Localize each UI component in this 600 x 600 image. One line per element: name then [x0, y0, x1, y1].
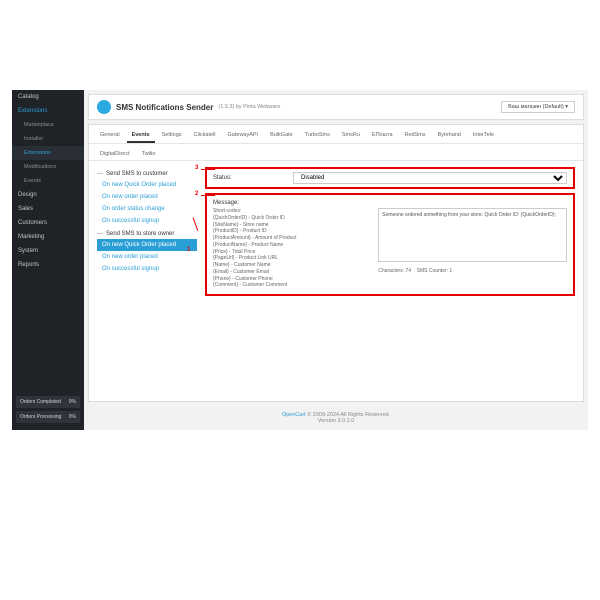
tab-general[interactable]: General: [95, 129, 125, 143]
arrow-line-icon: [201, 195, 215, 196]
events-list: Send SMS to customer On new Quick Order …: [97, 167, 197, 395]
tab-bulkgate[interactable]: BulkGate: [265, 129, 298, 143]
page-version: (1.9.3) by Pinta Webware: [218, 104, 280, 110]
tab-redsms[interactable]: RedSms: [400, 129, 431, 143]
tab-twilio[interactable]: Twilio: [137, 148, 161, 160]
tab-digitaldirect[interactable]: DigitalDirect: [95, 148, 135, 160]
tab-clickatell[interactable]: Clickatell: [189, 129, 221, 143]
store-selector[interactable]: Ваш магазин (Default) ▾: [501, 101, 575, 113]
ev-cust-quickorder[interactable]: On new Quick Order placed: [97, 179, 197, 191]
tab-eposhta[interactable]: EПошта: [367, 129, 398, 143]
stat-orders-completed: Orders Completed0%: [16, 396, 80, 408]
nav-extensions[interactable]: Extensions: [12, 104, 84, 118]
footer: OpenCart © 2009-2024 All Rights Reserved…: [84, 406, 588, 430]
ev-owner-neworder[interactable]: On new order placed: [97, 251, 197, 263]
ev-owner-quickorder[interactable]: On new Quick Order placed: [97, 239, 197, 251]
shortcodes-list: Short-codes:{QuickOrderID} - Quick Order…: [213, 208, 370, 289]
footer-version: Version 3.0.2.0: [318, 418, 355, 424]
nav-marketing[interactable]: Marketing: [12, 230, 84, 244]
tab-bytehand[interactable]: Bytehand: [433, 129, 466, 143]
char-counter: Characters: 74 SMS Counter: 1: [378, 268, 567, 274]
ev-cust-signup[interactable]: On successful signup: [97, 215, 197, 227]
nav-installer[interactable]: Installer: [12, 132, 84, 146]
footer-brand-link[interactable]: OpenCart: [282, 412, 306, 418]
nav-reports[interactable]: Reports: [12, 258, 84, 272]
stat-orders-processing: Orders Processing0%: [16, 411, 80, 423]
nav-sales[interactable]: Sales: [12, 202, 84, 216]
ev-owner-signup[interactable]: On successful signup: [97, 263, 197, 275]
nav-marketplace[interactable]: Marketplace: [12, 118, 84, 132]
message-textarea[interactable]: [378, 208, 567, 262]
status-row: Status: Disabled: [205, 167, 575, 189]
message-label: Message:: [213, 200, 567, 206]
module-icon: [97, 100, 111, 114]
nav-customers[interactable]: Customers: [12, 216, 84, 230]
status-label: Status:: [213, 175, 283, 181]
section-owner: Send SMS to store owner: [97, 231, 197, 237]
ev-cust-statuschange[interactable]: On order status change: [97, 203, 197, 215]
nav-events[interactable]: Events: [12, 174, 84, 188]
tab-events[interactable]: Events: [127, 129, 155, 143]
nav-system[interactable]: System: [12, 244, 84, 258]
nav-ext-list[interactable]: Extensions: [12, 146, 84, 160]
nav-modifications[interactable]: Modifications: [12, 160, 84, 174]
admin-sidebar: Catalog Extensions Marketplace Installer…: [12, 90, 84, 430]
nav-catalog[interactable]: Catalog: [12, 90, 84, 104]
nav-design[interactable]: Design: [12, 188, 84, 202]
tab-smsru[interactable]: SmsRu: [337, 129, 365, 143]
settings-tabs: General Events Settings Clickatell Gatew…: [89, 125, 583, 144]
tab-gatewayapi[interactable]: GatewayAPI: [223, 129, 264, 143]
tab-intertele[interactable]: InterTele: [468, 129, 499, 143]
status-select[interactable]: Disabled: [293, 172, 567, 184]
ev-cust-neworder[interactable]: On new order placed: [97, 191, 197, 203]
arrow-line-icon: [201, 169, 215, 170]
page-title: SMS Notifications Sender: [116, 103, 213, 112]
page-header: SMS Notifications Sender (1.9.3) by Pint…: [88, 94, 584, 120]
chevron-down-icon: ▾: [565, 104, 568, 110]
tab-turbosms[interactable]: TurboSms: [300, 129, 335, 143]
section-customer: Send SMS to customer: [97, 171, 197, 177]
message-box: Message: Short-codes:{QuickOrderID} - Qu…: [205, 193, 575, 296]
tab-settings[interactable]: Settings: [157, 129, 187, 143]
